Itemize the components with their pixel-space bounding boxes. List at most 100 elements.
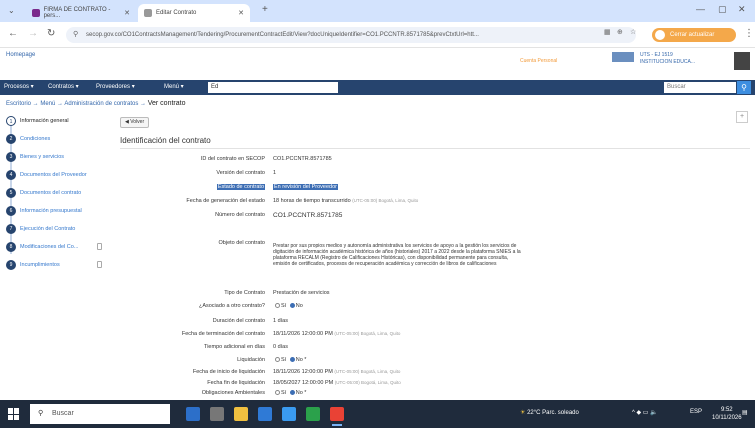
page-title: Ver contrato [147, 100, 186, 107]
browser-tab-strip: ⌄ FIRMA DE CONTRATO - pers... ✕ Editar C… [0, 0, 755, 22]
nav-item-proveedores[interactable]: Proveedores ▾ [96, 80, 135, 95]
bookmark-star-icon[interactable]: ☆ [630, 28, 636, 36]
radio-si[interactable] [275, 303, 280, 309]
sidebar-item-modificaciones[interactable]: 8 Modificaciones del Co... [6, 238, 102, 256]
breadcrumb-trail[interactable]: Escritorio → Menú → Administración de co… [6, 101, 146, 107]
close-icon[interactable]: ✕ [124, 9, 130, 17]
browser-menu-icon[interactable]: ⋮ [744, 28, 754, 39]
tray-icons[interactable]: ^ ◆ ▭ 🔈 [632, 409, 658, 416]
field-label: Tiempo adicional en días [204, 344, 265, 350]
edge-icon[interactable] [282, 407, 296, 421]
field-row-fecha-terminacion: Fecha de terminación del contrato 18/11/… [120, 331, 740, 341]
sidebar-item-label: Información general [20, 118, 69, 124]
field-row-fecha-generacion: Fecha de generación del estado 18 horas … [120, 198, 740, 208]
sidebar-item-label: Documentos del Proveedor [20, 172, 87, 178]
step-number: 4 [6, 170, 16, 180]
homepage-logo[interactable]: Homepage [6, 52, 35, 58]
windows-taskbar: ⚲ Buscar ☀ 22°C Parc. soleado ^ ◆ ▭ 🔈 ES… [0, 400, 755, 428]
reload-icon[interactable]: ↻ [47, 28, 55, 39]
excel-icon[interactable] [306, 407, 320, 421]
field-row-fecha-inicio-liquidacion: Fecha de inicio de liquidación 18/11/202… [120, 369, 740, 379]
secop-favicon-icon [32, 9, 40, 17]
search-icon[interactable]: ⚲ [737, 81, 751, 94]
back-button[interactable]: ◀ Volver [120, 117, 150, 128]
radio-no[interactable] [289, 303, 295, 309]
sidebar-item-documentos-contrato[interactable]: 5 Documentos del contrato [6, 184, 102, 202]
field-label: Objeto del contrato [218, 240, 265, 246]
step-number: 3 [6, 152, 16, 162]
sidebar-item-informacion-presupuestal[interactable]: 6 Información presupuestal [6, 202, 102, 220]
back-icon[interactable]: ← [8, 28, 18, 39]
radio-si[interactable] [275, 357, 280, 363]
expand-section-button[interactable]: + [736, 111, 748, 123]
step-number: 9 [6, 260, 16, 270]
tab-list-icon[interactable]: ⌄ [8, 6, 15, 15]
task-view-icon[interactable] [210, 407, 224, 421]
windows-start-icon[interactable] [8, 408, 20, 420]
avatar[interactable] [734, 52, 750, 70]
radio-no[interactable] [289, 357, 295, 363]
radio-si[interactable] [275, 390, 280, 396]
sidebar-item-condiciones[interactable]: 2 Condiciones [6, 130, 102, 148]
chrome-icon[interactable] [330, 407, 344, 426]
field-row-liquidacion: Liquidación Sí No * [120, 357, 740, 367]
browser-tab-firma[interactable]: FIRMA DE CONTRATO - pers... ✕ [26, 4, 136, 22]
profile-button[interactable]: Cerrar actualizar [652, 28, 736, 42]
nav-item-contratos[interactable]: Contratos ▾ [48, 80, 79, 95]
field-value: 18/11/2026 12:00:00 PM (UTC-05:00) Bogot… [273, 369, 401, 375]
sidebar-item-label: Ejecución del Contrato [20, 226, 76, 232]
zoom-icon[interactable]: ⊕ [617, 28, 623, 36]
sidebar-item-incumplimientos[interactable]: 9 Incumplimientos [6, 256, 102, 274]
field-label: Fecha fin de liquidación [207, 380, 265, 386]
radio-no[interactable] [289, 390, 295, 396]
translate-icon[interactable]: ▦ [604, 28, 611, 36]
nav-search-input[interactable]: Ed [208, 82, 338, 93]
secop-header: Homepage Cuenta Personal UTS - EJ 1519 I… [0, 48, 755, 74]
field-value: 0 días [273, 344, 288, 350]
step-number: 1 [6, 116, 16, 126]
widgets-app-icon[interactable] [186, 407, 200, 421]
browser-tab-editar[interactable]: Editar Contrato ✕ [138, 4, 250, 22]
new-tab-icon[interactable]: + [262, 4, 268, 15]
taskbar-search-input[interactable]: ⚲ Buscar [30, 404, 170, 424]
close-icon[interactable]: ✕ [238, 9, 244, 17]
minimize-icon[interactable]: — [696, 4, 705, 14]
section-title: Identificación del contrato [120, 136, 211, 145]
nav-item-menu[interactable]: Menú ▾ [164, 80, 184, 95]
user-info[interactable]: UTS - EJ 1519 INSTITUCION EDUCA... [640, 52, 728, 66]
maximize-icon[interactable]: ▢ [718, 4, 727, 15]
url-field[interactable]: ⚲ secop.gov.co/CO1ContractsManagement/Te… [66, 27, 636, 43]
field-row-estado: Estado de contrato En revisión del Prove… [120, 184, 740, 194]
field-row-ambientales: Obligaciones Ambientales Sí No * [120, 390, 740, 400]
field-label: Estado de contrato [216, 184, 265, 190]
weather-widget[interactable]: ☀ 22°C Parc. soleado [520, 409, 579, 416]
language-indicator[interactable]: ESP [690, 409, 702, 415]
nav-item-procesos[interactable]: Procesos ▾ [4, 80, 34, 95]
field-value: 18 horas de tiempo transcurrido (UTC-05:… [273, 198, 419, 204]
field-label: Fecha de terminación del contrato [181, 331, 265, 337]
field-value: Sí No [273, 303, 303, 309]
field-row-tipo: Tipo de Contrato Prestación de servicios [120, 290, 740, 300]
weather-sun-icon: ☀ [520, 410, 526, 416]
user-line: UTS - EJ 1519 [640, 52, 673, 58]
sidebar-item-ejecucion[interactable]: 7 Ejecución del Contrato [6, 220, 102, 238]
personal-account-link[interactable]: Cuenta Personal [520, 58, 557, 64]
forward-icon[interactable]: → [28, 28, 38, 39]
sidebar-item-informacion-general[interactable]: 1 Información general [6, 112, 102, 130]
sidebar-item-documentos-proveedor[interactable]: 4 Documentos del Proveedor [6, 166, 102, 184]
field-label: ¿Asociado a otro contrato? [198, 303, 265, 309]
site-info-icon[interactable]: ⚲ [73, 27, 78, 43]
global-search-input[interactable]: Buscar [664, 82, 736, 93]
address-bar-row: ← → ↻ ⚲ secop.gov.co/CO1ContractsManagem… [0, 22, 755, 48]
step-number: 6 [6, 206, 16, 216]
clock[interactable]: 9:52 10/11/2026 [712, 406, 742, 422]
tab-label: FIRMA DE CONTRATO - pers... [43, 7, 111, 19]
store-icon[interactable] [258, 407, 272, 421]
notifications-icon[interactable]: ▤ [742, 409, 748, 416]
sidebar-item-label: Incumplimientos [20, 262, 60, 268]
file-explorer-icon[interactable] [234, 407, 248, 421]
field-row-duracion: Duración del contrato 1 días [120, 318, 740, 328]
sidebar-item-bienes-servicios[interactable]: 3 Bienes y servicios [6, 148, 102, 166]
close-window-icon[interactable]: ✕ [738, 4, 746, 15]
sidebar-item-label: Modificaciones del Co... [20, 244, 79, 250]
